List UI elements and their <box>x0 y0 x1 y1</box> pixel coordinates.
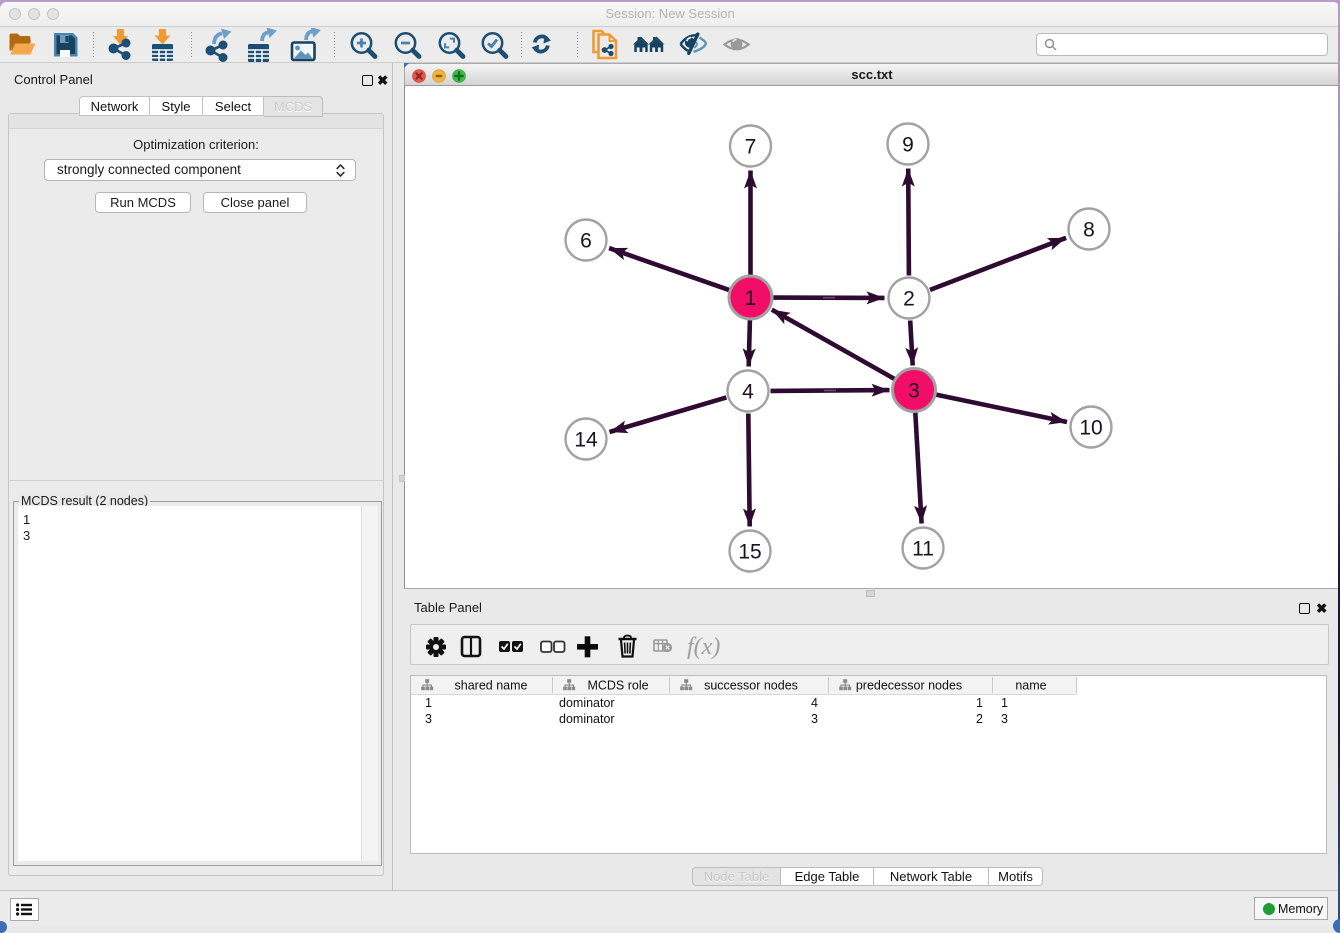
svg-text:predecessor nodes: predecessor nodes <box>856 679 962 693</box>
svg-text:name: name <box>1015 679 1046 693</box>
svg-text:MCDS role: MCDS role <box>587 679 648 693</box>
svg-text:f(x): f(x) <box>687 634 720 660</box>
svg-text:8: 8 <box>1083 219 1095 242</box>
svg-text:15: 15 <box>738 541 761 564</box>
svg-text:1: 1 <box>745 287 757 310</box>
svg-text:6: 6 <box>580 230 592 253</box>
svg-text:10: 10 <box>1079 417 1102 440</box>
svg-text:successor nodes: successor nodes <box>704 679 798 693</box>
svg-text:11: 11 <box>912 538 934 561</box>
svg-text:9: 9 <box>902 134 914 157</box>
svg-text:2: 2 <box>903 288 915 311</box>
svg-text:shared name: shared name <box>455 679 528 693</box>
svg-text:4: 4 <box>742 381 754 404</box>
svg-text:3: 3 <box>908 380 920 403</box>
svg-text:7: 7 <box>745 136 757 159</box>
svg-text:14: 14 <box>574 429 598 452</box>
